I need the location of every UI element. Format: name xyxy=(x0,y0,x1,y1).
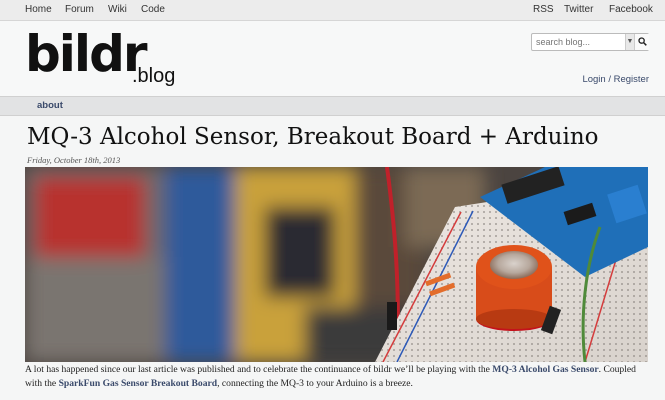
top-nav: Home Forum Wiki Code RSS Twitter Faceboo… xyxy=(0,0,665,21)
search-button[interactable] xyxy=(634,34,649,50)
about-link[interactable]: about xyxy=(37,100,63,111)
search-input[interactable] xyxy=(536,35,624,48)
hero-photo-svg xyxy=(25,167,648,362)
breakout-board-link[interactable]: SparkFun Gas Sensor Breakout Board xyxy=(59,378,218,389)
nav-rss-link[interactable]: RSS xyxy=(533,4,554,15)
nav-facebook-link[interactable]: Facebook xyxy=(609,4,653,15)
chevron-down-icon[interactable]: ▼ xyxy=(625,34,634,50)
hero-image xyxy=(25,167,648,362)
mq3-sensor-link[interactable]: MQ-3 Alcohol Gas Sensor xyxy=(492,364,598,375)
article-intro: A lot has happened since our last articl… xyxy=(25,363,645,390)
nav-forum-link[interactable]: Forum xyxy=(65,4,94,15)
sub-nav: about xyxy=(0,96,665,116)
article-date: Friday, October 18th, 2013 xyxy=(27,155,121,165)
auth-separator: / xyxy=(605,74,614,85)
nav-twitter-link[interactable]: Twitter xyxy=(564,4,593,15)
search-box: ▼ xyxy=(531,33,649,51)
intro-text-1: A lot has happened since our last articl… xyxy=(25,364,493,375)
nav-wiki-link[interactable]: Wiki xyxy=(108,4,127,15)
search-icon xyxy=(638,37,647,46)
site-logo[interactable]: bildr xyxy=(25,29,148,79)
nav-home-link[interactable]: Home xyxy=(25,4,52,15)
site-logo-sub: .blog xyxy=(132,65,176,87)
register-link[interactable]: Register xyxy=(614,74,649,85)
login-link[interactable]: Login xyxy=(582,74,605,85)
site-header: bildr .blog ▼ Login / Register xyxy=(0,21,665,96)
nav-code-link[interactable]: Code xyxy=(141,4,165,15)
article-title: MQ-3 Alcohol Sensor, Breakout Board + Ar… xyxy=(27,124,599,150)
auth-links: Login / Register xyxy=(582,74,649,85)
intro-text-3: , connecting the MQ-3 to your Arduino is… xyxy=(217,377,413,389)
